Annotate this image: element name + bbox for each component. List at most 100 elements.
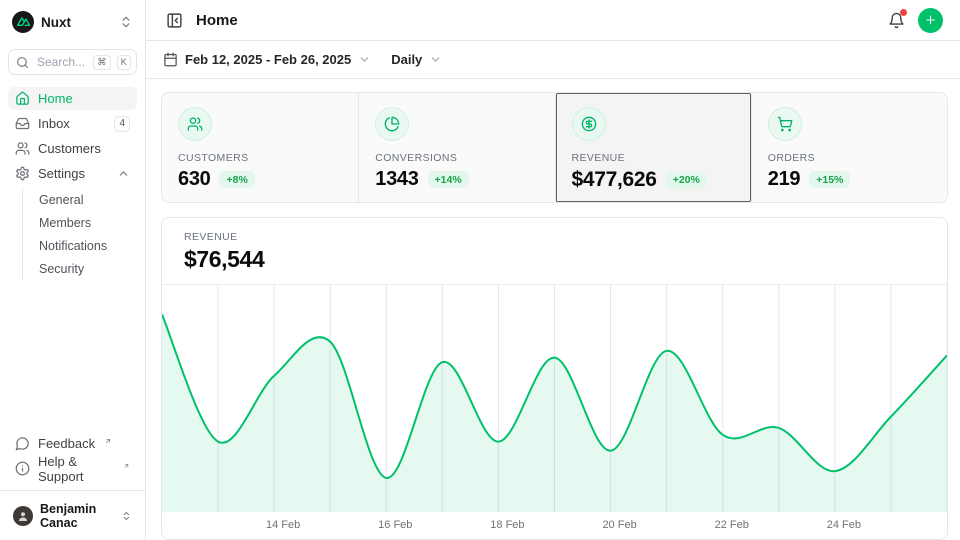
revenue-chart[interactable] <box>162 285 947 512</box>
footer-item-label: Feedback <box>38 436 95 451</box>
notification-dot <box>900 9 907 16</box>
add-button[interactable] <box>918 8 943 33</box>
sidebar-item-settings[interactable]: Settings <box>8 162 137 185</box>
users-icon <box>178 107 212 141</box>
chart-header: REVENUE $76,544 <box>162 218 947 285</box>
cart-icon <box>768 107 802 141</box>
page-title: Home <box>196 12 238 29</box>
chevron-down-icon <box>358 53 371 66</box>
sidebar-nav: Home Inbox 4 Customers Settings General … <box>8 87 137 282</box>
subitem-label: General <box>39 193 83 207</box>
external-link-icon <box>123 462 130 470</box>
filters-toolbar: Feb 12, 2025 - Feb 26, 2025 Daily <box>146 41 960 79</box>
stat-value: 630 <box>178 168 210 191</box>
stat-label: CONVERSIONS <box>375 152 538 164</box>
app-root: Nuxt ⌘ K Home Inbox 4 Customers <box>0 0 960 540</box>
period-label: Daily <box>391 52 422 67</box>
inbox-icon <box>15 116 30 131</box>
x-tick-label: 14 Feb <box>266 519 300 531</box>
panel-left-close-icon <box>166 12 183 29</box>
stats-row: CUSTOMERS 630 +8% CONVERSIONS 1343 +14% <box>161 92 948 203</box>
divider <box>0 490 145 491</box>
avatar <box>13 506 33 526</box>
search-field[interactable] <box>35 54 87 70</box>
x-axis-labels: 14 Feb 16 Feb 18 Feb 20 Feb 22 Feb 24 Feb <box>162 512 947 539</box>
chevron-down-icon <box>429 53 442 66</box>
chart-value: $76,544 <box>184 246 925 273</box>
sidebar-item-label: Customers <box>38 141 101 156</box>
calendar-icon <box>163 52 178 67</box>
x-tick-label: 18 Feb <box>490 519 524 531</box>
stat-delta-badge: +15% <box>809 171 850 188</box>
subitem-label: Notifications <box>39 239 107 253</box>
sidebar-item-customers[interactable]: Customers <box>8 137 137 160</box>
chevron-up-down-icon <box>121 509 132 523</box>
stat-card-conversions[interactable]: CONVERSIONS 1343 +14% <box>358 93 554 202</box>
user-menu[interactable]: Benjamin Canac <box>8 500 137 532</box>
stat-label: REVENUE <box>572 152 735 164</box>
home-icon <box>15 91 30 106</box>
x-tick-label: 22 Feb <box>715 519 749 531</box>
dollar-circle-icon <box>572 107 606 141</box>
sidebar: Nuxt ⌘ K Home Inbox 4 Customers <box>0 0 146 540</box>
sidebar-item-general[interactable]: General <box>23 189 137 211</box>
sidebar-item-notifications[interactable]: Notifications <box>23 235 137 257</box>
chevron-up-icon <box>117 167 130 180</box>
x-tick-label: 16 Feb <box>378 519 412 531</box>
x-tick-label: 24 Feb <box>827 519 861 531</box>
sidebar-footer: Feedback Help & Support Benjamin Canac <box>8 432 137 532</box>
users-icon <box>15 141 30 156</box>
stat-delta-badge: +14% <box>428 171 469 188</box>
kbd-k: K <box>117 55 131 70</box>
stat-card-orders[interactable]: ORDERS 219 +15% <box>751 93 947 202</box>
help-support-link[interactable]: Help & Support <box>8 457 137 480</box>
workspace-switcher[interactable]: Nuxt <box>8 8 137 36</box>
stat-value: $477,626 <box>572 168 657 192</box>
plus-icon <box>924 13 937 27</box>
settings-subitems: General Members Notifications Security <box>22 189 137 280</box>
date-range-label: Feb 12, 2025 - Feb 26, 2025 <box>185 52 351 67</box>
chevron-up-down-icon <box>119 15 133 29</box>
sidebar-item-members[interactable]: Members <box>23 212 137 234</box>
kbd-cmd: ⌘ <box>93 55 111 70</box>
inbox-count-badge: 4 <box>114 116 130 132</box>
feedback-link[interactable]: Feedback <box>8 432 137 455</box>
user-name: Benjamin Canac <box>40 502 114 530</box>
footer-item-label: Help & Support <box>38 454 114 484</box>
stat-value: 1343 <box>375 168 418 191</box>
x-tick-label: 20 Feb <box>602 519 636 531</box>
date-range-picker[interactable]: Feb 12, 2025 - Feb 26, 2025 <box>163 52 371 67</box>
chart-label: REVENUE <box>184 231 925 243</box>
revenue-chart-svg <box>162 285 947 512</box>
stat-delta-badge: +20% <box>666 172 707 189</box>
sidebar-item-label: Settings <box>38 166 85 181</box>
stat-label: CUSTOMERS <box>178 152 342 164</box>
nuxt-logo-icon <box>12 11 34 33</box>
sidebar-item-security[interactable]: Security <box>23 258 137 280</box>
stat-label: ORDERS <box>768 152 931 164</box>
search-icon <box>16 56 29 69</box>
topbar: Home <box>146 0 960 41</box>
pie-chart-icon <box>375 107 409 141</box>
stat-card-customers[interactable]: CUSTOMERS 630 +8% <box>162 93 358 202</box>
sidebar-item-label: Inbox <box>38 116 70 131</box>
stat-card-revenue[interactable]: REVENUE $477,626 +20% <box>555 93 751 202</box>
stat-value: 219 <box>768 168 800 191</box>
stat-delta-badge: +8% <box>219 171 254 188</box>
sidebar-item-inbox[interactable]: Inbox 4 <box>8 112 137 135</box>
notifications-button[interactable] <box>885 9 907 31</box>
external-link-icon <box>104 437 112 445</box>
workspace-name: Nuxt <box>41 15 71 30</box>
sidebar-item-home[interactable]: Home <box>8 87 137 110</box>
gear-icon <box>15 166 30 181</box>
info-circle-icon <box>15 461 30 476</box>
sidebar-item-label: Home <box>38 91 73 106</box>
search-input[interactable]: ⌘ K <box>8 49 137 75</box>
subitem-label: Members <box>39 216 91 230</box>
period-select[interactable]: Daily <box>391 52 442 67</box>
sidebar-collapse-button[interactable] <box>163 9 185 31</box>
main-area: Home Feb 12, 2025 - Feb 26, 2025 Daily <box>146 0 960 540</box>
subitem-label: Security <box>39 262 84 276</box>
revenue-chart-card: REVENUE $76,544 14 Feb 16 Feb 18 Feb 20 Feb… <box>161 217 948 540</box>
message-circle-icon <box>15 436 30 451</box>
